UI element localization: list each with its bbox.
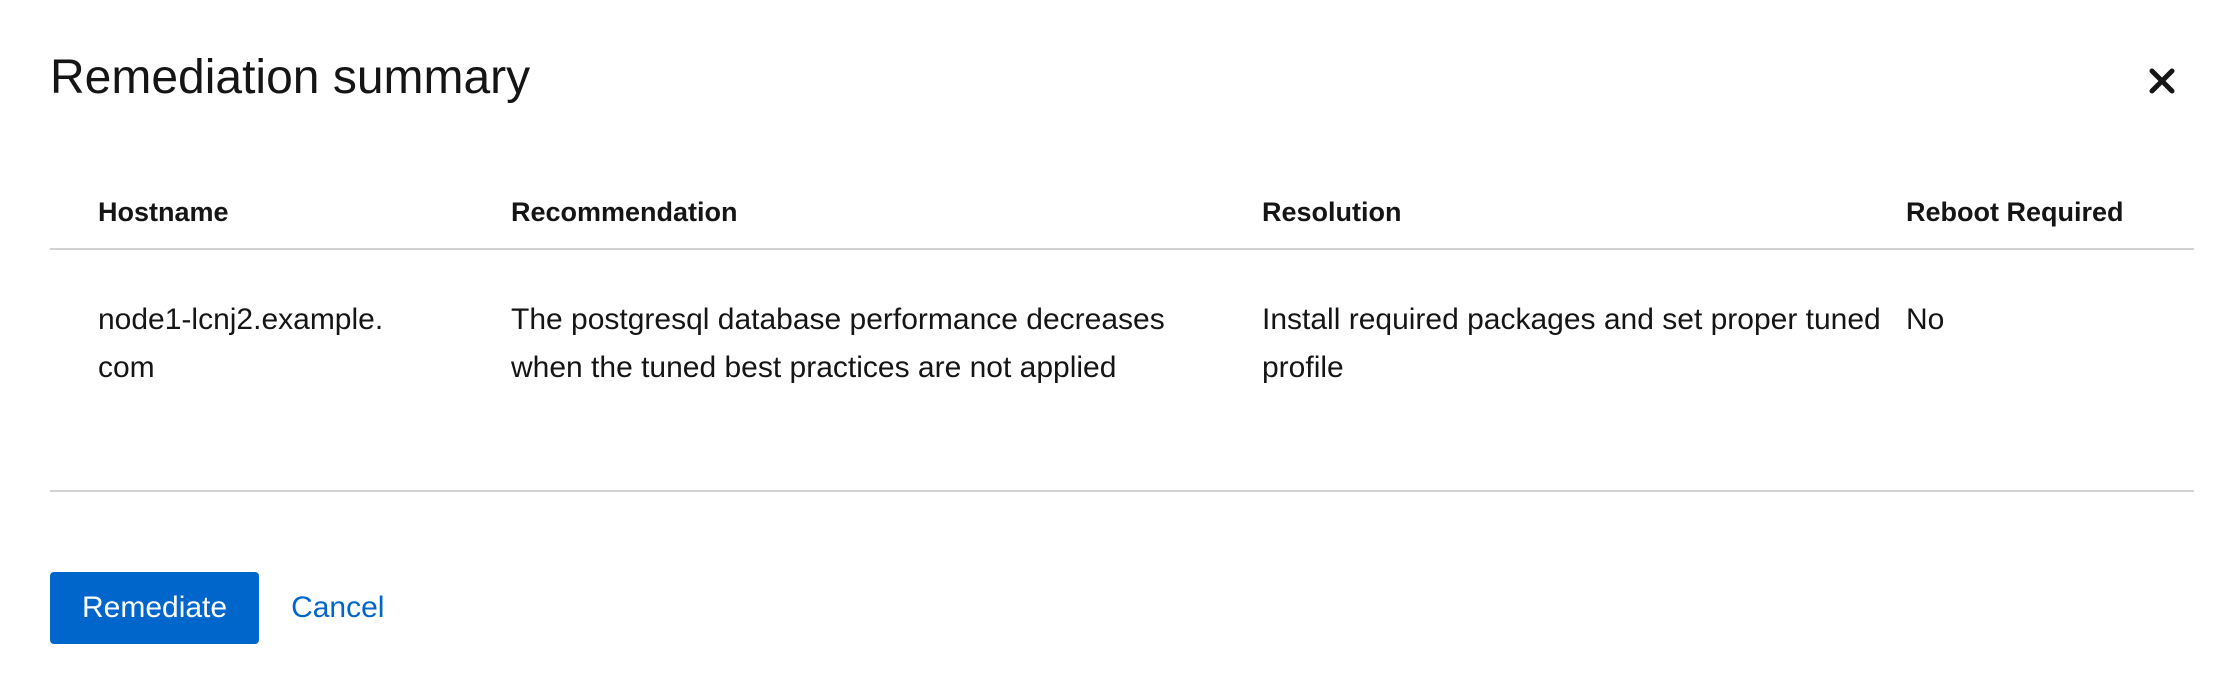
column-header-hostname: Hostname — [98, 197, 229, 227]
hostname-cell: node1-lcnj2.example.com — [98, 303, 384, 384]
cancel-button[interactable]: Cancel — [275, 572, 400, 644]
table-row: node1-lcnj2.example.com The postgresql d… — [50, 250, 2194, 492]
recommendation-cell: The postgresql database performance decr… — [511, 303, 1165, 384]
remediation-table: Hostname Recommendation Resolution Reboo… — [50, 160, 2194, 492]
column-header-recommendation: Recommendation — [511, 197, 738, 227]
reboot-required-cell: No — [1906, 303, 1945, 336]
remediate-button[interactable]: Remediate — [50, 572, 260, 644]
resolution-cell: Install required packages and set proper… — [1262, 303, 1881, 384]
modal-title: Remediation summary — [50, 51, 531, 104]
close-icon — [2149, 68, 2175, 97]
column-header-reboot-required: Reboot Required — [1906, 197, 2124, 227]
close-button[interactable] — [2138, 58, 2186, 106]
remediation-modal: Remediation summary Hostname Recommendat… — [0, 0, 2238, 688]
column-header-resolution: Resolution — [1262, 197, 1402, 227]
table-header: Hostname Recommendation Resolution Reboo… — [50, 160, 2194, 250]
modal-actions: Remediate Cancel — [50, 572, 400, 644]
